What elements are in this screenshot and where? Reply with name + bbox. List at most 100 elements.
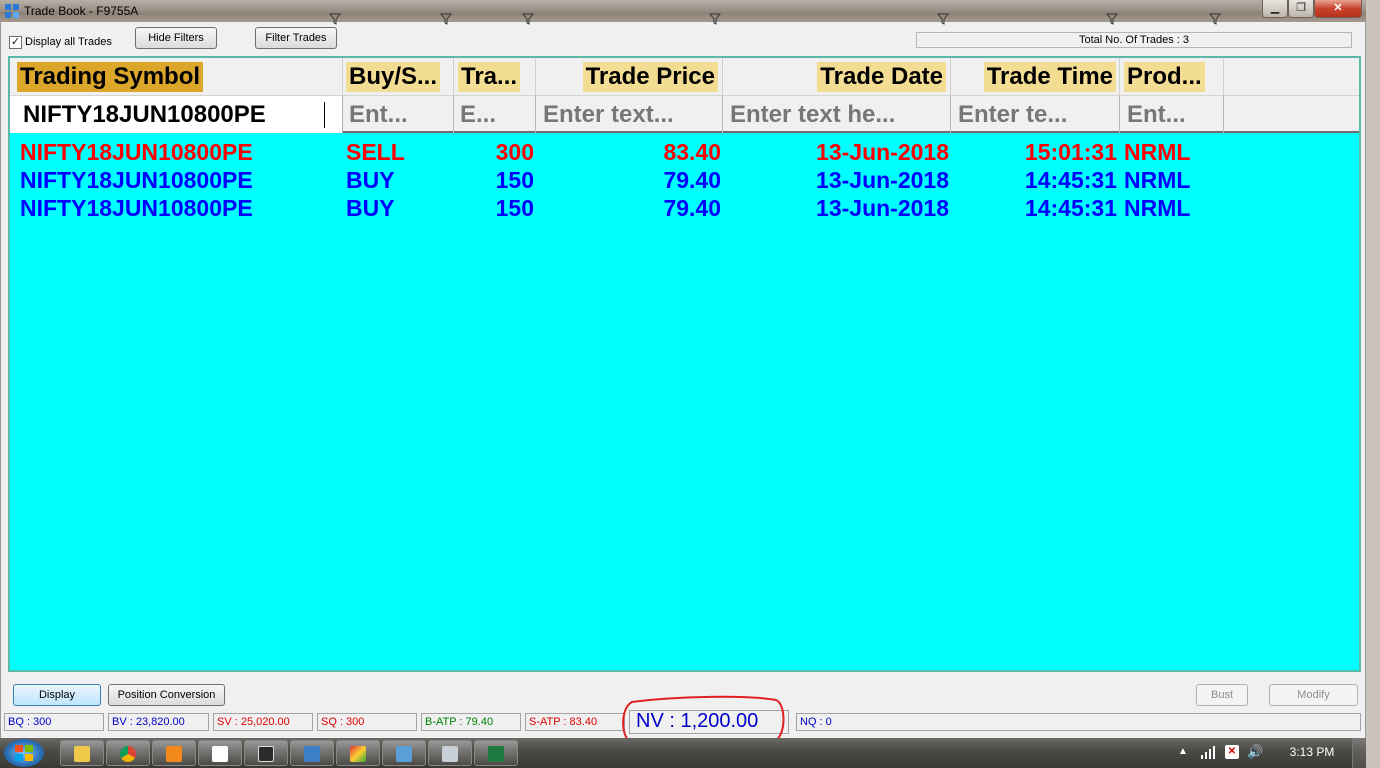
- column-header-product[interactable]: Prod...: [1120, 58, 1224, 96]
- cell-trade-time: 15:01:31: [1024, 139, 1117, 165]
- cell-trade-qty: 150: [495, 195, 534, 221]
- status-s-atp: S-ATP : 83.40: [525, 713, 625, 731]
- column-header-trade-price[interactable]: Trade Price: [536, 58, 723, 96]
- column-header-label: Trade Price: [582, 62, 718, 92]
- taskbar-excel[interactable]: [474, 740, 518, 766]
- modify-button[interactable]: Modify: [1269, 684, 1358, 706]
- status-bq: BQ : 300: [4, 713, 104, 731]
- taskbar-calculator[interactable]: [428, 740, 472, 766]
- table-row[interactable]: NIFTY18JUN10800PE SELL 300 83.40 13-Jun-…: [10, 139, 1359, 167]
- taskbar-tool[interactable]: [382, 740, 426, 766]
- cell-product: NRML: [1124, 167, 1191, 193]
- bust-button[interactable]: Bust: [1196, 684, 1248, 706]
- taskbar-paint[interactable]: [336, 740, 380, 766]
- paint-icon: [350, 746, 366, 762]
- table-row[interactable]: NIFTY18JUN10800PE BUY 150 79.40 13-Jun-2…: [10, 167, 1359, 195]
- display-button[interactable]: Display: [13, 684, 101, 706]
- cell-trade-price: 83.40: [663, 139, 721, 165]
- app-icon: [5, 4, 19, 18]
- filter-funnel-icon[interactable]: [329, 13, 341, 25]
- show-desktop-button[interactable]: [1352, 738, 1366, 768]
- taskbar-chrome[interactable]: [106, 740, 150, 766]
- cell-buy-sell: SELL: [346, 139, 405, 165]
- column-header-label: Trade Time: [983, 62, 1116, 92]
- filter-trade-date[interactable]: Enter text he...: [723, 96, 951, 133]
- taskbar-explorer[interactable]: [60, 740, 104, 766]
- column-header-trading-symbol[interactable]: Trading Symbol: [10, 58, 343, 96]
- filter-funnel-icon[interactable]: [709, 13, 721, 25]
- cell-trade-time: 14:45:31: [1024, 195, 1117, 221]
- cell-trading-symbol: NIFTY18JUN10800PE: [20, 195, 253, 221]
- filter-trade-price[interactable]: Enter text...: [536, 96, 723, 133]
- media-player-icon: [166, 746, 182, 762]
- filter-funnel-icon[interactable]: [1106, 13, 1118, 25]
- filter-funnel-icon[interactable]: [440, 13, 452, 25]
- filter-funnel-icon[interactable]: [522, 13, 534, 25]
- cell-trade-qty: 150: [495, 167, 534, 193]
- cell-trade-date: 13-Jun-2018: [816, 139, 949, 165]
- status-b-atp: B-ATP : 79.40: [421, 713, 521, 731]
- column-header-buy-sell[interactable]: Buy/S...: [343, 58, 454, 96]
- taskbar-media-player[interactable]: [152, 740, 196, 766]
- status-nq: NQ : 0: [796, 713, 1361, 731]
- hide-filters-button[interactable]: Hide Filters: [135, 27, 217, 49]
- text-cursor: [324, 102, 325, 128]
- status-sv: SV : 25,020.00: [213, 713, 313, 731]
- table-row[interactable]: NIFTY18JUN10800PE BUY 150 79.40 13-Jun-2…: [10, 195, 1359, 223]
- start-button[interactable]: [4, 739, 44, 767]
- action-center-flag-icon[interactable]: ✕: [1225, 745, 1239, 759]
- display-all-trades-checkbox[interactable]: ✓: [9, 36, 22, 49]
- filter-product[interactable]: Ent...: [1120, 96, 1224, 133]
- status-sq: SQ : 300: [317, 713, 417, 731]
- filter-trade-qty[interactable]: E...: [454, 96, 536, 133]
- tool-icon: [396, 746, 412, 762]
- window-title: Trade Book - F9755A: [24, 4, 139, 18]
- display-all-trades-label: Display all Trades: [25, 36, 112, 48]
- total-trades-count: Total No. Of Trades : 3: [916, 32, 1352, 48]
- taskbar-trading-terminal[interactable]: [244, 740, 288, 766]
- column-header-label: Trading Symbol: [17, 62, 204, 92]
- explorer-icon: [74, 746, 90, 762]
- filter-trade-time[interactable]: Enter te...: [951, 96, 1120, 133]
- taskbar-clock[interactable]: 3:13 PM: [1282, 745, 1342, 759]
- trading-terminal-icon: [258, 746, 274, 762]
- column-header-trade-qty[interactable]: Tra...: [454, 58, 536, 96]
- taskbar-document[interactable]: [198, 740, 242, 766]
- minimize-button[interactable]: ▁: [1262, 0, 1288, 18]
- excel-icon: [488, 746, 504, 762]
- cell-trade-price: 79.40: [663, 195, 721, 221]
- filter-trading-symbol[interactable]: NIFTY18JUN10800PE: [10, 96, 343, 133]
- filter-placeholder: Enter text he...: [730, 101, 896, 128]
- chrome-icon: [120, 746, 136, 762]
- filter-funnel-icon[interactable]: [937, 13, 949, 25]
- cell-product: NRML: [1124, 139, 1191, 165]
- maximize-button[interactable]: ❐: [1288, 0, 1314, 18]
- filter-buy-sell[interactable]: Ent...: [343, 96, 454, 133]
- filter-trading-symbol-value: NIFTY18JUN10800PE: [23, 101, 266, 128]
- column-header-label: Prod...: [1124, 62, 1205, 92]
- position-conversion-button[interactable]: Position Conversion: [108, 684, 225, 706]
- close-button[interactable]: ✕: [1314, 0, 1362, 18]
- cell-product: NRML: [1124, 195, 1191, 221]
- taskbar-window[interactable]: [290, 740, 334, 766]
- filter-trades-button[interactable]: Filter Trades: [255, 27, 337, 49]
- document-icon: [212, 746, 228, 762]
- column-header-label: Trade Date: [817, 62, 946, 92]
- filter-placeholder: Enter text...: [543, 101, 674, 128]
- title-bar[interactable]: [0, 0, 1366, 22]
- status-bv: BV : 23,820.00: [108, 713, 209, 731]
- calculator-icon: [442, 746, 458, 762]
- cell-trading-symbol: NIFTY18JUN10800PE: [20, 167, 253, 193]
- cell-buy-sell: BUY: [346, 167, 395, 193]
- filter-placeholder: Enter te...: [958, 101, 1068, 128]
- cell-trade-price: 79.40: [663, 167, 721, 193]
- filter-funnel-icon[interactable]: [1209, 13, 1221, 25]
- show-hidden-icons-icon[interactable]: ▲: [1178, 746, 1188, 757]
- column-header-trade-time[interactable]: Trade Time: [951, 58, 1120, 96]
- volume-icon[interactable]: 🔊: [1247, 744, 1263, 760]
- filter-placeholder: E...: [460, 101, 497, 128]
- filter-placeholder: Ent...: [1127, 101, 1186, 128]
- column-header-trade-date[interactable]: Trade Date: [723, 58, 951, 96]
- network-icon[interactable]: [1200, 745, 1216, 759]
- cell-trade-qty: 300: [495, 139, 534, 165]
